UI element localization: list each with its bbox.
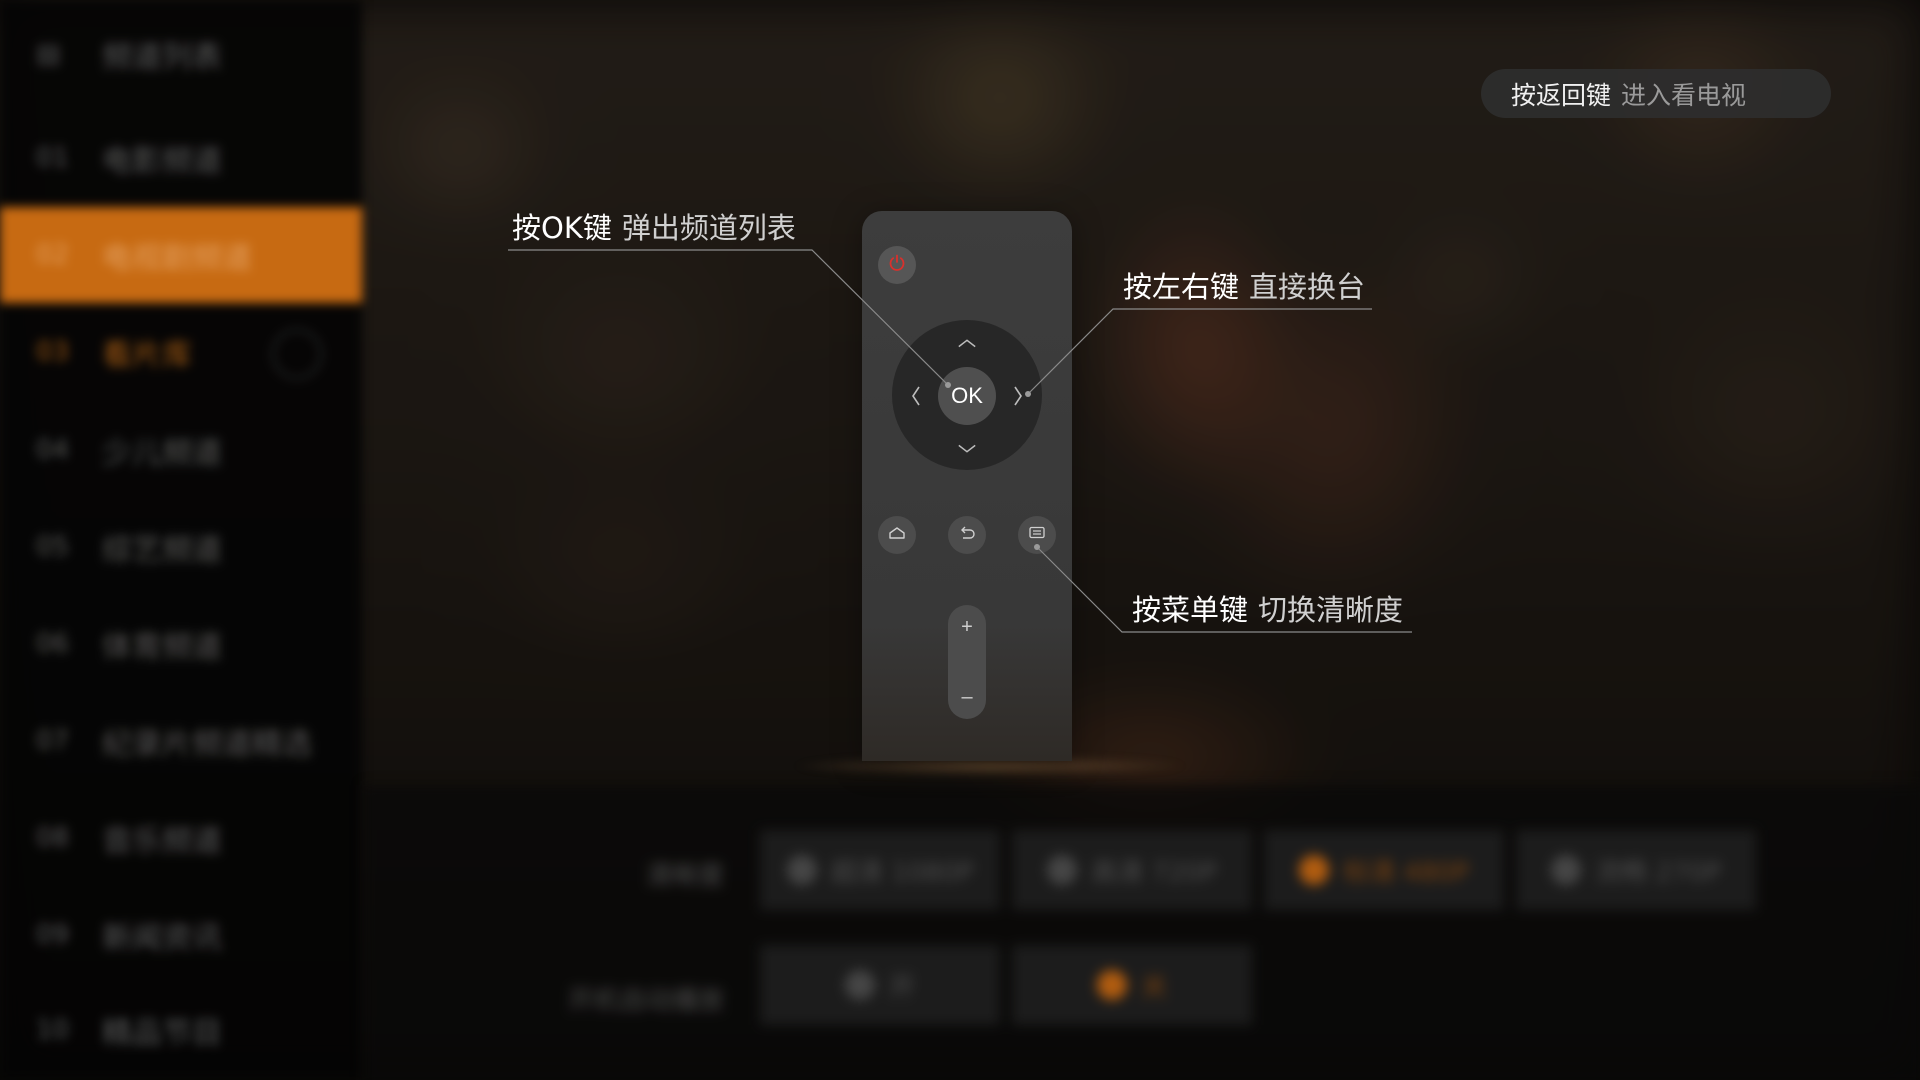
autoplay-option-selected[interactable]: 关 [1012, 945, 1252, 1025]
back-arrow-icon [957, 525, 977, 545]
sidebar-item[interactable]: 04 少儿频道 [36, 430, 222, 471]
volume-minus-icon: – [961, 686, 973, 708]
chevron-right-icon [1008, 386, 1028, 406]
sidebar-item-number: 05 [36, 532, 70, 562]
sidebar-item-label: 少儿频道 [102, 436, 222, 471]
ok-button: OK [938, 367, 996, 425]
home-button [878, 516, 916, 554]
sidebar-item-label: 电视剧频道 [102, 241, 252, 276]
sidebar-item-label: 精品节目 [102, 1016, 222, 1051]
back-button [948, 516, 986, 554]
autoplay-option[interactable]: 开 [760, 945, 1000, 1025]
autoplay-label: 开机自动播放 [567, 986, 724, 1016]
clarity-label: 清晰度 [645, 861, 724, 891]
autoplay-option-label: 开 [888, 972, 915, 1003]
clarity-option-label: 超清 1080P [830, 857, 974, 888]
callout-ok-key: 按OK键 弹出频道列表 [512, 205, 796, 247]
radio-icon [786, 855, 817, 885]
autoplay-option-label: 关 [1140, 972, 1167, 1003]
sidebar-item-label: 频道列表 [102, 40, 222, 75]
sidebar-item-channel-list[interactable]: ▤ 频道列表 [36, 34, 222, 75]
radio-icon [1047, 855, 1078, 885]
sidebar-item-number: 03 [36, 337, 70, 367]
sidebar-item[interactable]: 06 体育频道 [36, 624, 222, 665]
home-icon [887, 525, 907, 545]
power-button [878, 246, 916, 284]
list-icon: ▤ [36, 39, 61, 69]
clarity-option[interactable]: 超清 1080P [760, 830, 1000, 910]
callout-key-label: 按OK键 [512, 211, 612, 245]
radio-icon [1551, 855, 1582, 885]
menu-icon [1027, 525, 1047, 545]
clarity-option[interactable]: 高清 720P [1012, 830, 1252, 910]
volume-plus-icon: + [961, 616, 973, 638]
volume-rocker: + – [948, 605, 986, 719]
channel-sidebar: ▤ 频道列表 01 电影频道 02 电视剧频道 03 看片库 04 少儿频道 0… [0, 0, 362, 1080]
callout-key-label: 按菜单键 [1132, 593, 1249, 627]
lock-icon [272, 329, 322, 379]
callout-menu-key: 按菜单键 切换清晰度 [1132, 587, 1403, 629]
clarity-option[interactable]: 流畅 270P [1516, 830, 1756, 910]
remote-control: OK + – [862, 211, 1072, 761]
sidebar-item[interactable]: 07 纪录片频道精选 [36, 721, 312, 762]
sidebar-item[interactable]: 10 精品节目 [36, 1010, 222, 1051]
clarity-option-label: 高清 720P [1091, 857, 1217, 888]
sidebar-item-label: 电影频道 [102, 144, 222, 179]
power-icon [887, 253, 907, 277]
back-hint-key: 按返回键 [1511, 80, 1612, 110]
sidebar-item-number: 04 [36, 435, 70, 465]
sidebar-item-playing[interactable]: 03 看片库 [36, 332, 192, 373]
clarity-option-selected[interactable]: 标清 480P [1264, 830, 1504, 910]
chevron-down-icon [957, 439, 977, 459]
radio-selected-icon [1299, 855, 1330, 885]
sidebar-item-number: 01 [36, 143, 70, 173]
sidebar-item-label: 综艺频道 [102, 533, 222, 568]
sidebar-item-active[interactable]: 02 电视剧频道 [0, 207, 362, 303]
clarity-option-label: 流畅 270P [1595, 857, 1721, 888]
back-hint-action: 进入看电视 [1621, 80, 1747, 110]
sidebar-item-number: 10 [36, 1015, 70, 1045]
back-key-hint: 按返回键 进入看电视 [1481, 69, 1831, 118]
callout-action-label: 直接换台 [1249, 270, 1366, 304]
sidebar-item[interactable]: 09 新闻资讯 [36, 915, 222, 956]
tv-guide-screen: ▤ 频道列表 01 电影频道 02 电视剧频道 03 看片库 04 少儿频道 0… [0, 0, 1920, 1080]
sidebar-item-label: 看片库 [102, 338, 192, 373]
callout-action-label: 切换清晰度 [1258, 593, 1404, 627]
sidebar-item-label: 体育频道 [102, 630, 222, 665]
clarity-option-label: 标清 480P [1343, 857, 1469, 888]
callout-key-label: 按左右键 [1123, 270, 1240, 304]
sidebar-item-label: 新闻资讯 [102, 921, 222, 956]
callout-left-right-keys: 按左右键 直接换台 [1123, 264, 1365, 306]
sidebar-item[interactable]: 01 电影频道 [36, 138, 222, 179]
sidebar-item-label: 音乐频道 [102, 824, 222, 859]
radio-icon [844, 970, 875, 1000]
sidebar-item[interactable]: 05 综艺频道 [36, 527, 222, 568]
sidebar-item-number: 07 [36, 726, 70, 756]
radio-selected-icon [1096, 970, 1127, 1000]
callout-action-label: 弹出频道列表 [621, 211, 796, 245]
menu-button [1018, 516, 1056, 554]
sidebar-item-number: 08 [36, 823, 70, 853]
chevron-up-icon [957, 333, 977, 353]
settings-panel: 清晰度 超清 1080P 高清 720P 标清 480P 流畅 270P 开机自… [364, 785, 1920, 1080]
sidebar-item[interactable]: 08 音乐频道 [36, 818, 222, 859]
sidebar-item-label: 纪录片频道精选 [102, 727, 312, 762]
chevron-left-icon [906, 386, 926, 406]
sidebar-item-number: 06 [36, 629, 70, 659]
sidebar-item-number: 09 [36, 920, 70, 950]
sidebar-item-number: 02 [36, 240, 70, 270]
